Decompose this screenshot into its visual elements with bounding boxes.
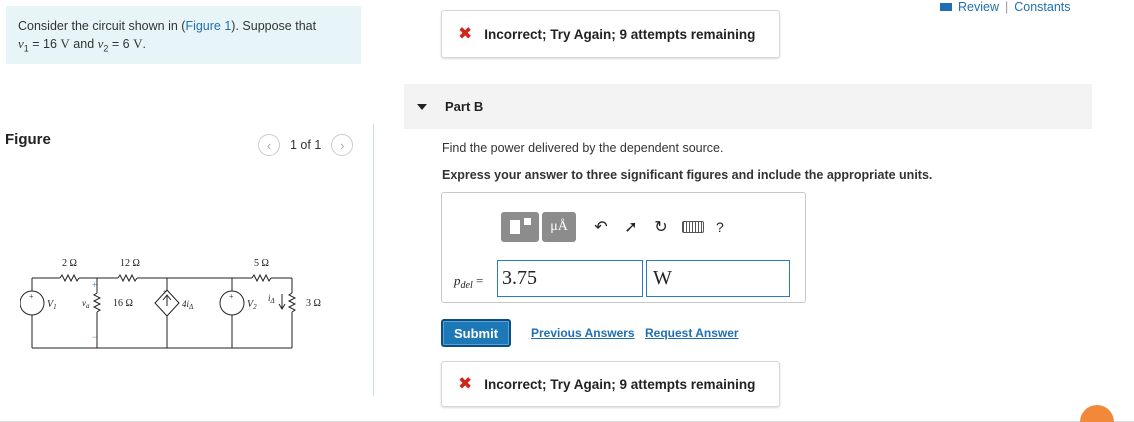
- template-tile-small-icon: [523, 218, 531, 225]
- dep-plus: +: [163, 288, 167, 296]
- panel-divider: [373, 124, 374, 396]
- instruction-text: Express your answer to three significant…: [442, 168, 933, 182]
- units-button[interactable]: μÅ: [542, 212, 576, 242]
- header-separator: |: [1005, 0, 1009, 14]
- review-icon: [940, 3, 952, 11]
- v1-value: = 16: [28, 37, 61, 51]
- question-text: Find the power delivered by the dependen…: [442, 141, 724, 155]
- r2-label: 12 Ω: [120, 258, 140, 269]
- feedback-top-text: Incorrect; Try Again; 9 attempts remaini…: [484, 26, 756, 42]
- constants-link[interactable]: Constants: [1014, 0, 1070, 14]
- x-icon: ✖: [458, 24, 473, 43]
- figure-pager: ‹ 1 of 1 ›: [258, 134, 354, 156]
- feedback-bottom: ✖ Incorrect; Try Again; 9 attempts remai…: [441, 361, 780, 407]
- collapse-triangle-icon[interactable]: [417, 103, 427, 110]
- submit-button[interactable]: Submit: [441, 319, 511, 347]
- feedback-top: ✖ Incorrect; Try Again; 9 attempts remai…: [441, 10, 780, 58]
- answer-box: μÅ ↶ ➚ ↻ ? pdel = 3.75 W: [441, 192, 806, 303]
- v2-plus: +: [229, 292, 234, 301]
- r1-label: 2 Ω: [62, 258, 77, 269]
- va-label: va: [82, 298, 90, 310]
- pager-count: 1 of 1: [290, 138, 322, 152]
- keyboard-icon[interactable]: [682, 221, 704, 233]
- chevron-right-icon[interactable]: ›: [331, 134, 354, 156]
- v1-unit: V: [60, 36, 70, 51]
- r5-label: 3 Ω: [306, 298, 321, 309]
- v1-label: V1: [47, 299, 57, 311]
- r4-label: 16 Ω: [113, 298, 133, 309]
- header-links: Review | Constants: [940, 0, 1071, 14]
- part-b-header[interactable]: Part B: [404, 84, 1092, 129]
- i-label: iΔ: [268, 293, 275, 305]
- x-icon: ✖: [458, 374, 473, 393]
- problem-line-2: v1 = 16 V and v2 = 6 V.: [18, 35, 349, 58]
- and-text: and: [69, 37, 98, 51]
- previous-answers-link[interactable]: Previous Answers: [531, 326, 635, 340]
- problem-text-after: ). Suppose that: [231, 19, 317, 33]
- r3-label: 5 Ω: [254, 258, 269, 269]
- request-answer-link[interactable]: Request Answer: [645, 326, 739, 340]
- review-link[interactable]: Review: [958, 0, 999, 14]
- circuit-diagram: 2 Ω 12 Ω 5 Ω 16 Ω 3 Ω + V1 + V2 + va − 4…: [20, 258, 321, 349]
- template-tile-icon: [509, 220, 520, 234]
- dep-source-label: 4iΔ: [182, 299, 193, 311]
- va-minus: −: [92, 332, 97, 342]
- reset-icon[interactable]: ↻: [646, 212, 676, 242]
- answer-unit-field[interactable]: W: [646, 260, 790, 297]
- answer-value-field[interactable]: 3.75: [497, 260, 643, 297]
- va-plus: +: [92, 280, 97, 290]
- templates-button[interactable]: [501, 212, 539, 242]
- chat-badge-icon[interactable]: [1080, 405, 1114, 422]
- chevron-left-icon[interactable]: ‹: [258, 134, 280, 156]
- undo-icon[interactable]: ↶: [586, 212, 616, 242]
- math-toolbar: μÅ ↶ ➚ ↻ ?: [501, 212, 724, 242]
- feedback-bottom-text: Incorrect; Try Again; 9 attempts remaini…: [484, 376, 756, 392]
- v2-label: V2: [247, 299, 257, 311]
- answer-label-eq: =: [472, 273, 484, 288]
- problem-statement: Consider the circuit shown in (Figure 1)…: [6, 6, 361, 64]
- v1-plus: +: [29, 292, 34, 301]
- figure-label: Figure: [5, 131, 51, 148]
- period: .: [142, 37, 146, 51]
- answer-label: pdel =: [454, 273, 483, 291]
- help-button[interactable]: ?: [716, 219, 724, 235]
- figure-link[interactable]: Figure 1: [185, 19, 231, 33]
- problem-line-1: Consider the circuit shown in (Figure 1)…: [18, 18, 349, 35]
- redo-icon[interactable]: ➚: [616, 212, 646, 242]
- v2-value: = 6: [108, 37, 134, 51]
- problem-text: Consider the circuit shown in (: [18, 19, 186, 33]
- part-b-title: Part B: [445, 99, 484, 114]
- answer-label-sub: del: [460, 280, 473, 291]
